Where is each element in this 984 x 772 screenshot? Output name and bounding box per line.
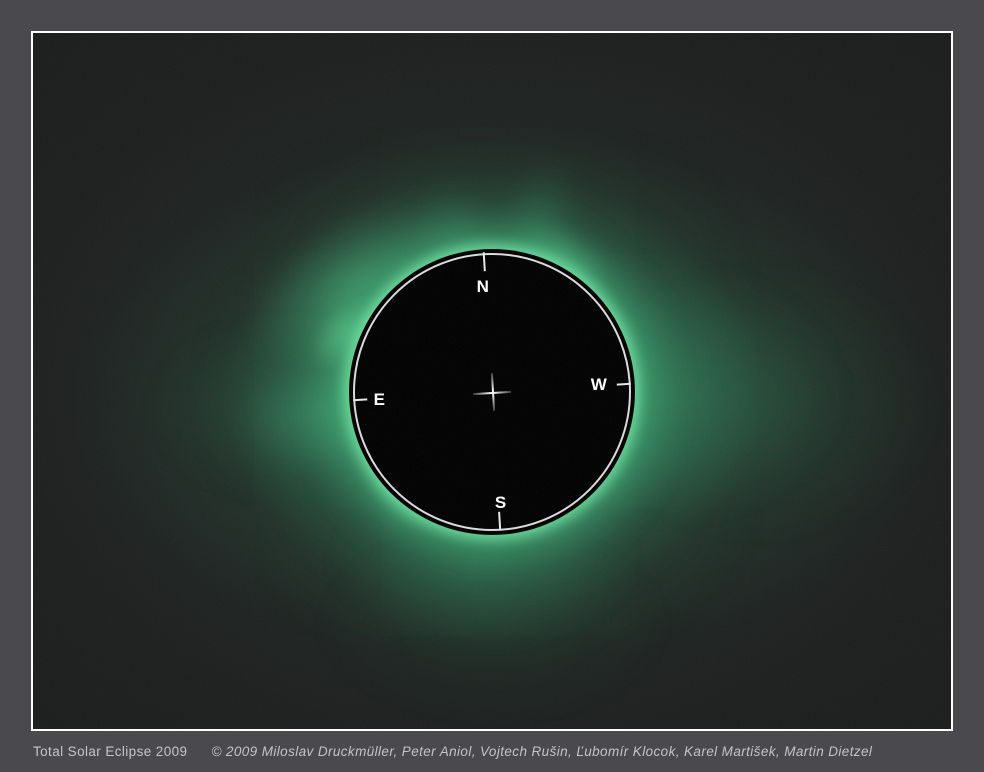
eclipse-photo: N E W S bbox=[33, 33, 951, 729]
photo-frame: N E W S bbox=[31, 31, 953, 731]
photo-credit: © 2009 Miloslav Druckmüller, Peter Aniol… bbox=[211, 744, 872, 759]
south-label: S bbox=[495, 494, 506, 511]
north-label: N bbox=[477, 278, 489, 295]
page: { "photo": { "title": "Total Solar Eclip… bbox=[0, 0, 984, 772]
west-label: W bbox=[591, 376, 607, 393]
east-label: E bbox=[374, 391, 385, 408]
photo-title: Total Solar Eclipse 2009 bbox=[33, 744, 187, 759]
caption-bar: Total Solar Eclipse 2009 © 2009 Miloslav… bbox=[33, 741, 951, 761]
